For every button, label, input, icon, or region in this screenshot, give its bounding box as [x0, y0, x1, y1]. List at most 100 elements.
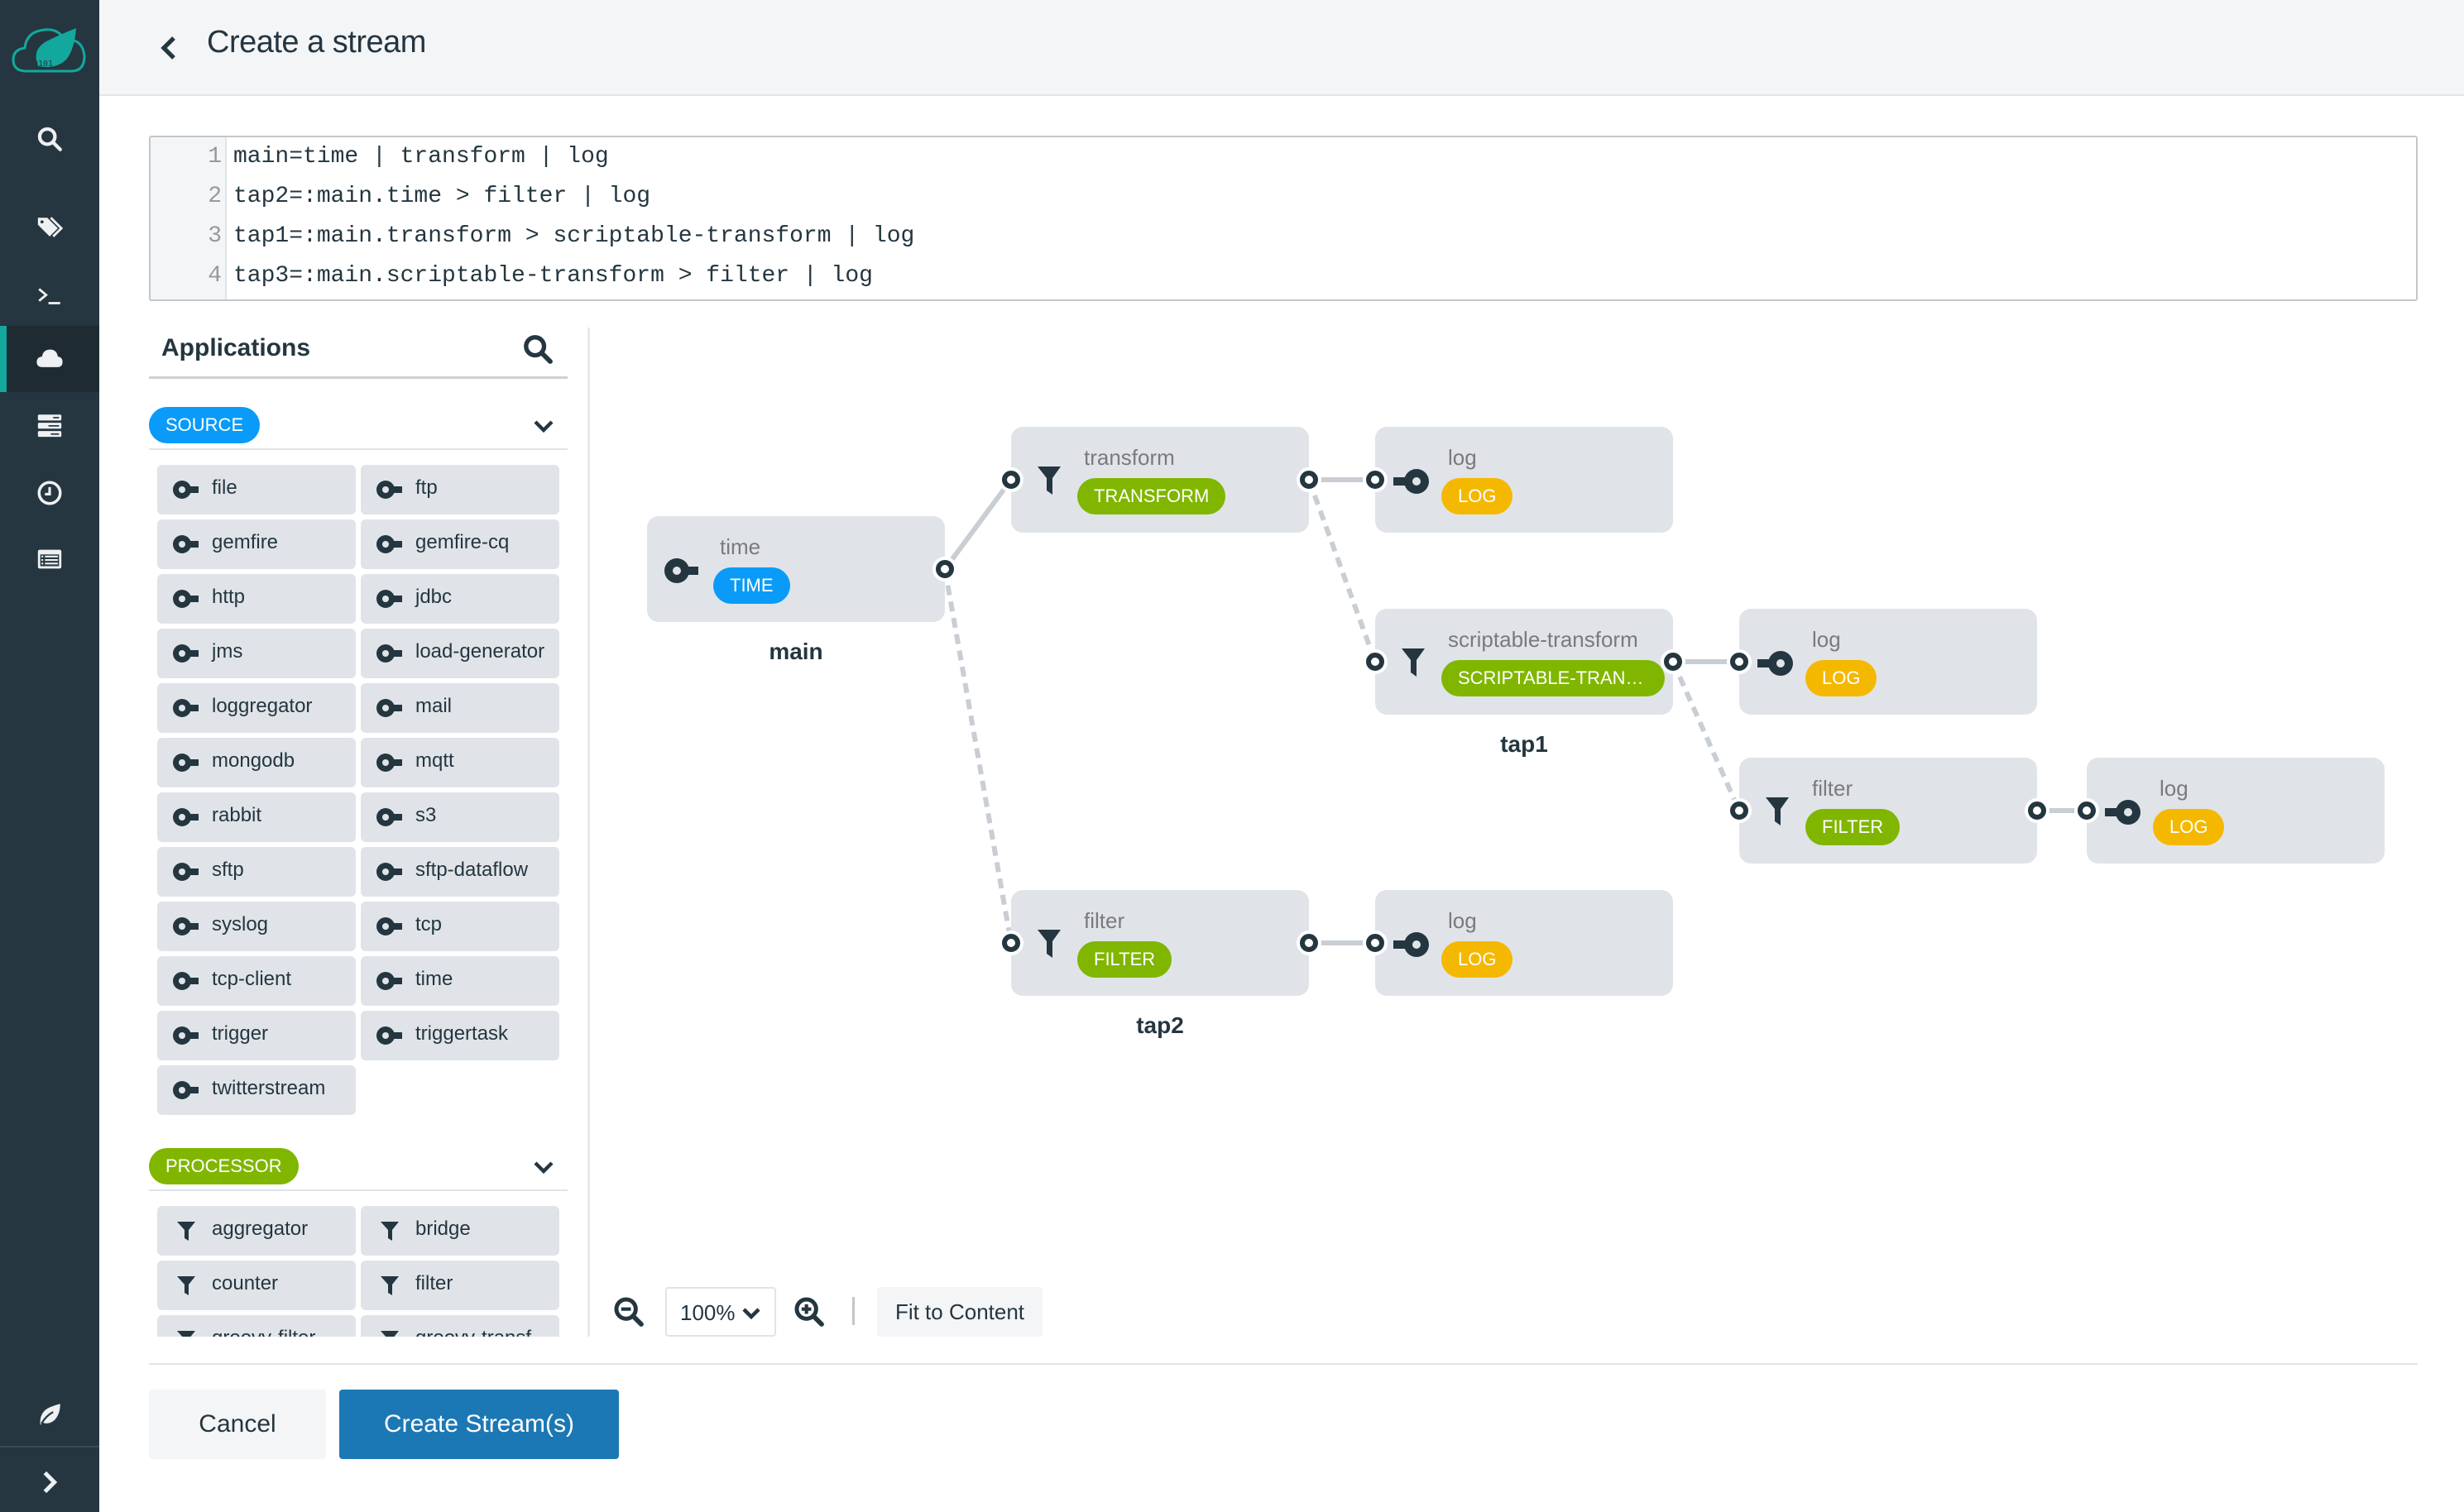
sidebar-item-shell[interactable] — [0, 263, 99, 329]
line-text[interactable]: tap2=:main.time > filter | log — [233, 177, 650, 217]
graph-node-sink[interactable]: log LOG — [1363, 890, 1673, 996]
input-port[interactable] — [1363, 467, 1388, 492]
graph-node-sink[interactable]: log LOG — [2074, 758, 2385, 864]
output-port[interactable] — [932, 557, 957, 581]
create-streams-button[interactable]: Create Stream(s) — [339, 1390, 619, 1459]
cloud-icon — [36, 349, 63, 367]
graph-node-processor[interactable]: transform TRANSFORM — [999, 427, 1321, 533]
graph-node-processor[interactable]: scriptable-transform SCRIPTABLE-TRANSF... — [1363, 609, 1685, 715]
input-port[interactable] — [999, 467, 1023, 492]
chevron-down-icon[interactable] — [531, 414, 556, 438]
palette-app-tcp[interactable]: tcp — [361, 902, 559, 951]
node-type-badge: FILTER — [1077, 941, 1172, 978]
sidebar-item-search[interactable] — [0, 106, 99, 172]
processor-app-grid: aggregator bridge counter filter groovy-filt… — [157, 1206, 563, 1337]
node-type-badge: LOG — [1441, 478, 1513, 514]
palette-app-groovy-filter[interactable]: groovy-filter — [157, 1315, 356, 1337]
palette-app-syslog[interactable]: syslog — [157, 902, 356, 951]
palette-app-label: counter — [212, 1272, 279, 1294]
source-icon — [172, 588, 200, 610]
palette-app-gemfire[interactable]: gemfire — [157, 519, 356, 569]
palette-app-mail[interactable]: mail — [361, 683, 559, 733]
line-text[interactable]: main=time | transform | log — [233, 137, 609, 177]
sidebar-item-about[interactable] — [0, 1381, 99, 1447]
input-port[interactable] — [1363, 649, 1388, 674]
palette-app-mongodb[interactable]: mongodb — [157, 738, 356, 787]
node-name: log — [1448, 445, 1477, 470]
palette-app-time[interactable]: time — [361, 956, 559, 1006]
palette-app-jms[interactable]: jms — [157, 629, 356, 678]
palette-app-file[interactable]: file — [157, 465, 356, 514]
source-icon — [172, 970, 200, 992]
source-icon — [172, 861, 200, 883]
palette-app-label: jdbc — [415, 586, 453, 608]
palette-group-source[interactable]: SOURCE — [149, 399, 568, 450]
input-port[interactable] — [999, 931, 1023, 955]
graph-node-processor[interactable]: filter FILTER — [999, 890, 1321, 996]
palette-app-counter[interactable]: counter — [157, 1261, 356, 1310]
palette-app-bridge[interactable]: bridge — [361, 1206, 559, 1256]
palette-app-s3[interactable]: s3 — [361, 792, 559, 842]
palette-app-label: time — [415, 968, 453, 990]
graph-node-sink[interactable]: log LOG — [1727, 609, 2037, 715]
line-text[interactable]: tap1=:main.transform > scriptable-transf… — [233, 217, 914, 256]
sidebar-expand-button[interactable] — [0, 1452, 99, 1512]
source-icon — [376, 916, 404, 937]
graph-node-sink[interactable]: log LOG — [1363, 427, 1673, 533]
palette-app-twitterstream[interactable]: twitterstream — [157, 1065, 356, 1115]
graph-node-source[interactable]: time TIME — [647, 516, 957, 622]
node-type-badge: SCRIPTABLE-TRANSF... — [1441, 660, 1665, 696]
input-port[interactable] — [1363, 931, 1388, 955]
palette-app-tcp-client[interactable]: tcp-client — [157, 956, 356, 1006]
palette-app-rabbit[interactable]: rabbit — [157, 792, 356, 842]
back-button[interactable] — [154, 31, 184, 65]
palette-app-triggertask[interactable]: triggertask — [361, 1011, 559, 1060]
palette-app-label: http — [212, 586, 246, 608]
palette-app-filter[interactable]: filter — [361, 1261, 559, 1310]
input-port[interactable] — [2074, 798, 2099, 823]
palette-app-loggregator[interactable]: loggregator — [157, 683, 356, 733]
output-port[interactable] — [1297, 931, 1321, 955]
filter-icon — [376, 1329, 404, 1337]
palette-app-aggregator[interactable]: aggregator — [157, 1206, 356, 1256]
output-port[interactable] — [1661, 649, 1685, 674]
zoom-in-button[interactable] — [793, 1295, 826, 1328]
zoom-out-button[interactable] — [612, 1295, 645, 1328]
stream-dsl-editor[interactable]: 1 main=time | transform | log 2 tap2=:ma… — [149, 136, 2418, 301]
terminal-icon — [38, 288, 60, 304]
code-line: 2 tap2=:main.time > filter | log — [151, 177, 2416, 217]
palette-app-sftp[interactable]: sftp — [157, 847, 356, 897]
sidebar-item-streams[interactable] — [0, 326, 99, 392]
palette-app-sftp-dataflow[interactable]: sftp-dataflow — [361, 847, 559, 897]
app-logo[interactable]: 0101 — [8, 17, 91, 83]
palette-app-jdbc[interactable]: jdbc — [361, 574, 559, 624]
chevron-left-icon — [161, 36, 175, 60]
palette-app-ftp[interactable]: ftp — [361, 465, 559, 514]
zoom-level-select[interactable]: 100% — [665, 1287, 776, 1337]
sidebar-item-apps[interactable] — [0, 195, 99, 261]
list-icon — [37, 549, 62, 569]
palette-app-groovy-transf[interactable]: groovy-transf... — [361, 1315, 559, 1337]
palette-app-http[interactable]: http — [157, 574, 356, 624]
sidebar-item-tasks[interactable] — [0, 392, 99, 458]
line-text[interactable]: tap3=:main.scriptable-transform > filter… — [233, 256, 873, 296]
palette-app-load-generator[interactable]: load-generator — [361, 629, 559, 678]
palette-app-label: twitterstream — [212, 1077, 326, 1099]
node-name: time — [720, 534, 761, 559]
output-port[interactable] — [2025, 798, 2049, 823]
cancel-button[interactable]: Cancel — [149, 1390, 326, 1459]
input-port[interactable] — [1727, 649, 1752, 674]
input-port[interactable] — [1727, 798, 1752, 823]
palette-group-processor[interactable]: PROCESSOR — [149, 1140, 568, 1191]
palette-app-trigger[interactable]: trigger — [157, 1011, 356, 1060]
graph-node-processor[interactable]: filter FILTER — [1727, 758, 2049, 864]
output-port[interactable] — [1297, 467, 1321, 492]
sidebar-item-audit[interactable] — [0, 526, 99, 592]
palette-app-gemfire-cq[interactable]: gemfire-cq — [361, 519, 559, 569]
palette-canvas-divider[interactable] — [587, 328, 590, 1337]
sidebar-item-jobs[interactable] — [0, 460, 99, 526]
palette-app-mqtt[interactable]: mqtt — [361, 738, 559, 787]
fit-to-content-button[interactable]: Fit to Content — [877, 1287, 1043, 1337]
palette-search-button[interactable] — [521, 333, 554, 366]
chevron-down-icon[interactable] — [531, 1155, 556, 1179]
